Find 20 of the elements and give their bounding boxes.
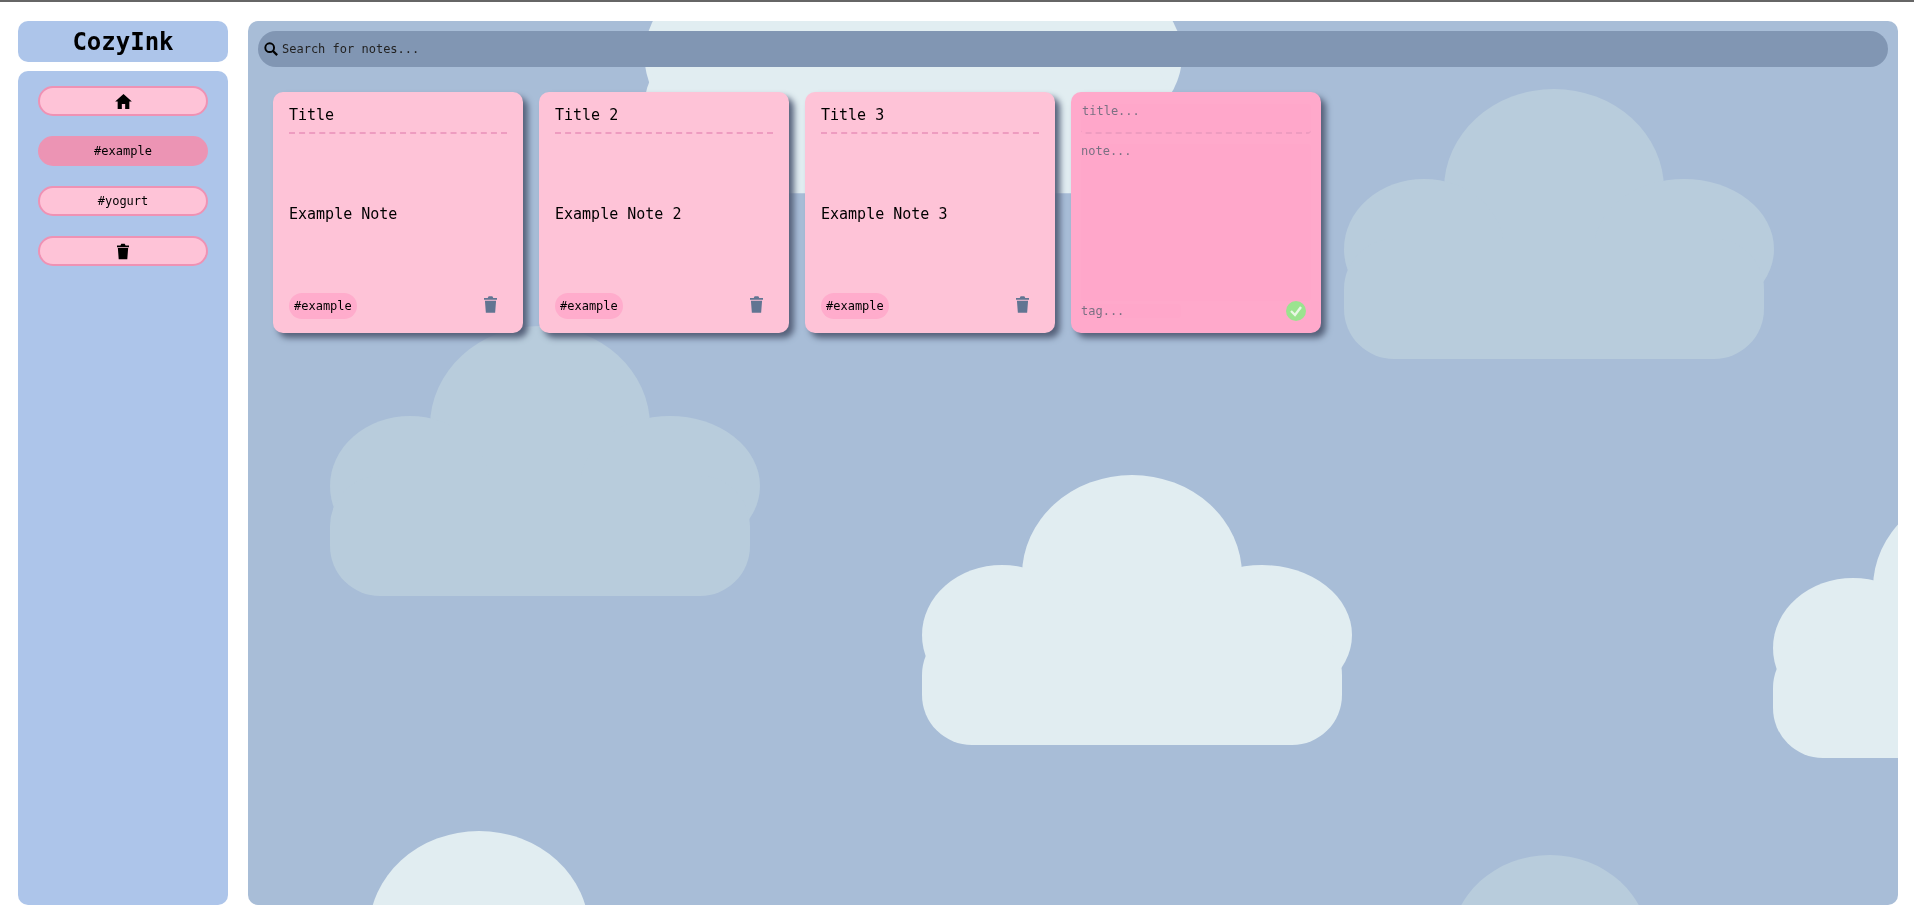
search-icon [264, 42, 278, 56]
new-note-card[interactable]: title... note... tag... [1071, 92, 1321, 333]
title-field[interactable]: title... [1081, 104, 1311, 134]
note-title: Title 2 [555, 106, 773, 134]
note-tag: #example [821, 293, 889, 319]
note-text: Example Note [289, 204, 398, 223]
tag-filter-button[interactable]: #yogurt [38, 186, 208, 216]
note-text: Example Note 3 [821, 204, 948, 223]
home-button[interactable] [38, 86, 208, 116]
home-icon [114, 93, 132, 109]
tag-filter-button[interactable]: #example [38, 136, 208, 166]
note-title: Title [289, 106, 507, 134]
trash-button[interactable] [38, 236, 208, 266]
note-tag: #example [555, 293, 623, 319]
search-field[interactable]: Search for notes... [258, 31, 1888, 67]
app-logo: CozyInk [18, 21, 228, 62]
trash-icon [117, 242, 129, 260]
note-text: Example Note 2 [555, 204, 682, 223]
note-tag: #example [289, 293, 357, 319]
note-title: Title 3 [821, 106, 1039, 134]
